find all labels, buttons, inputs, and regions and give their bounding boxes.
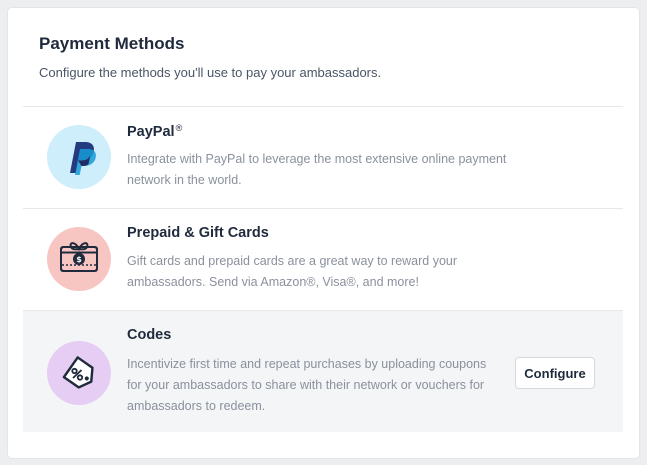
page-subtitle: Configure the methods you'll use to pay … (39, 65, 382, 80)
page-title: Payment Methods (39, 34, 185, 53)
codes-title: Codes (127, 327, 172, 343)
coupon-tag-icon (47, 341, 111, 405)
gift-cards-description: Gift cards and prepaid cards are a great… (127, 254, 458, 289)
registered-mark: ® (175, 123, 183, 133)
gift-cards-title: Prepaid & Gift Cards (127, 225, 269, 241)
configure-button[interactable]: Configure (515, 357, 595, 389)
payment-method-gift-cards[interactable]: $ Prepaid & Gift Cards Gift cards and pr… (23, 208, 623, 310)
payment-method-paypal[interactable]: PayPal® Integrate with PayPal to leverag… (23, 106, 623, 208)
payment-methods-card: Payment Methods Configure the methods yo… (8, 8, 639, 458)
paypal-title: PayPal® (127, 123, 183, 140)
paypal-icon (47, 125, 111, 189)
paypal-description: Integrate with PayPal to leverage the mo… (127, 152, 507, 187)
payment-methods-list: PayPal® Integrate with PayPal to leverag… (23, 106, 623, 432)
payment-method-codes[interactable]: Codes Incentivize first time and repeat … (23, 310, 623, 432)
codes-description: Incentivize first time and repeat purcha… (127, 357, 487, 413)
svg-text:$: $ (76, 255, 82, 264)
gift-card-icon: $ (47, 227, 111, 291)
